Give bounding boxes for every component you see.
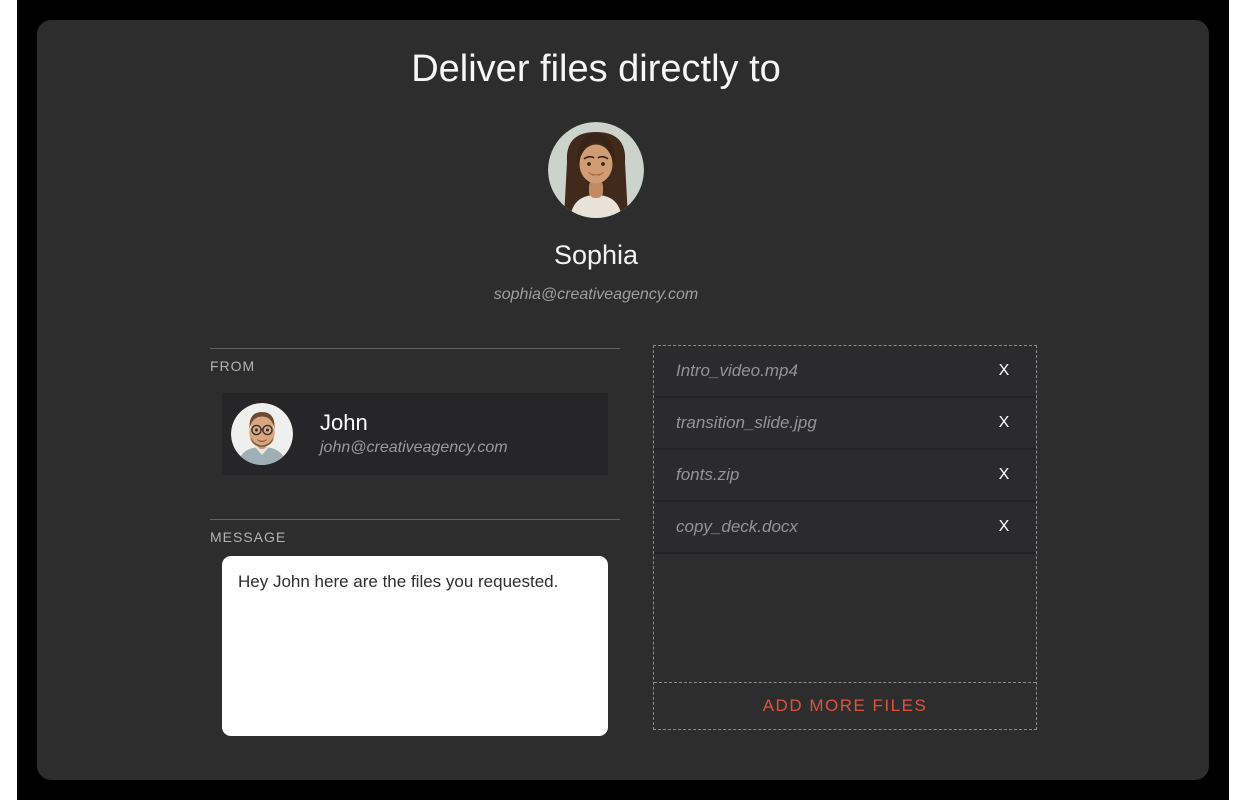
file-name: transition_slide.jpg [676, 413, 994, 433]
header: Deliver files directly to [37, 20, 1155, 305]
from-label: FROM [210, 358, 255, 374]
window-frame: Deliver files directly to [17, 0, 1229, 800]
page-title: Deliver files directly to [411, 46, 781, 92]
add-more-files-button[interactable]: ADD MORE FILES [763, 696, 928, 716]
message-section-header: MESSAGE [210, 519, 620, 547]
file-name: copy_deck.docx [676, 517, 994, 537]
compose-column: FROM [210, 348, 620, 736]
message-label: MESSAGE [210, 529, 286, 545]
remove-file-icon[interactable]: X [994, 466, 1014, 484]
remove-file-icon[interactable]: X [994, 414, 1014, 432]
file-row: Intro_video.mp4 X [654, 346, 1036, 398]
sender-info: John john@creativeagency.com [320, 410, 508, 458]
file-row: fonts.zip X [654, 450, 1036, 502]
recipient-email: sophia@creativeagency.com [494, 285, 699, 305]
sender-avatar [231, 403, 293, 465]
sender-name: John [320, 410, 508, 436]
file-name: fonts.zip [676, 465, 994, 485]
sender-email: john@creativeagency.com [320, 438, 508, 458]
message-input[interactable]: Hey John here are the files you requeste… [222, 556, 608, 736]
file-list: Intro_video.mp4 X transition_slide.jpg X… [653, 345, 1037, 730]
from-section-header: FROM [210, 348, 620, 376]
woman-avatar-icon [548, 122, 644, 218]
remove-file-icon[interactable]: X [994, 362, 1014, 380]
deliver-panel: Deliver files directly to [37, 20, 1209, 780]
file-row: copy_deck.docx X [654, 502, 1036, 554]
recipient-avatar [548, 122, 644, 218]
file-name: Intro_video.mp4 [676, 361, 994, 381]
man-avatar-icon [231, 403, 293, 465]
file-list-footer: ADD MORE FILES [654, 682, 1036, 729]
recipient-name: Sophia [554, 238, 638, 272]
sender-card: John john@creativeagency.com [222, 393, 608, 475]
file-row: transition_slide.jpg X [654, 398, 1036, 450]
remove-file-icon[interactable]: X [994, 518, 1014, 536]
screenshot: Deliver files directly to [0, 0, 1250, 800]
